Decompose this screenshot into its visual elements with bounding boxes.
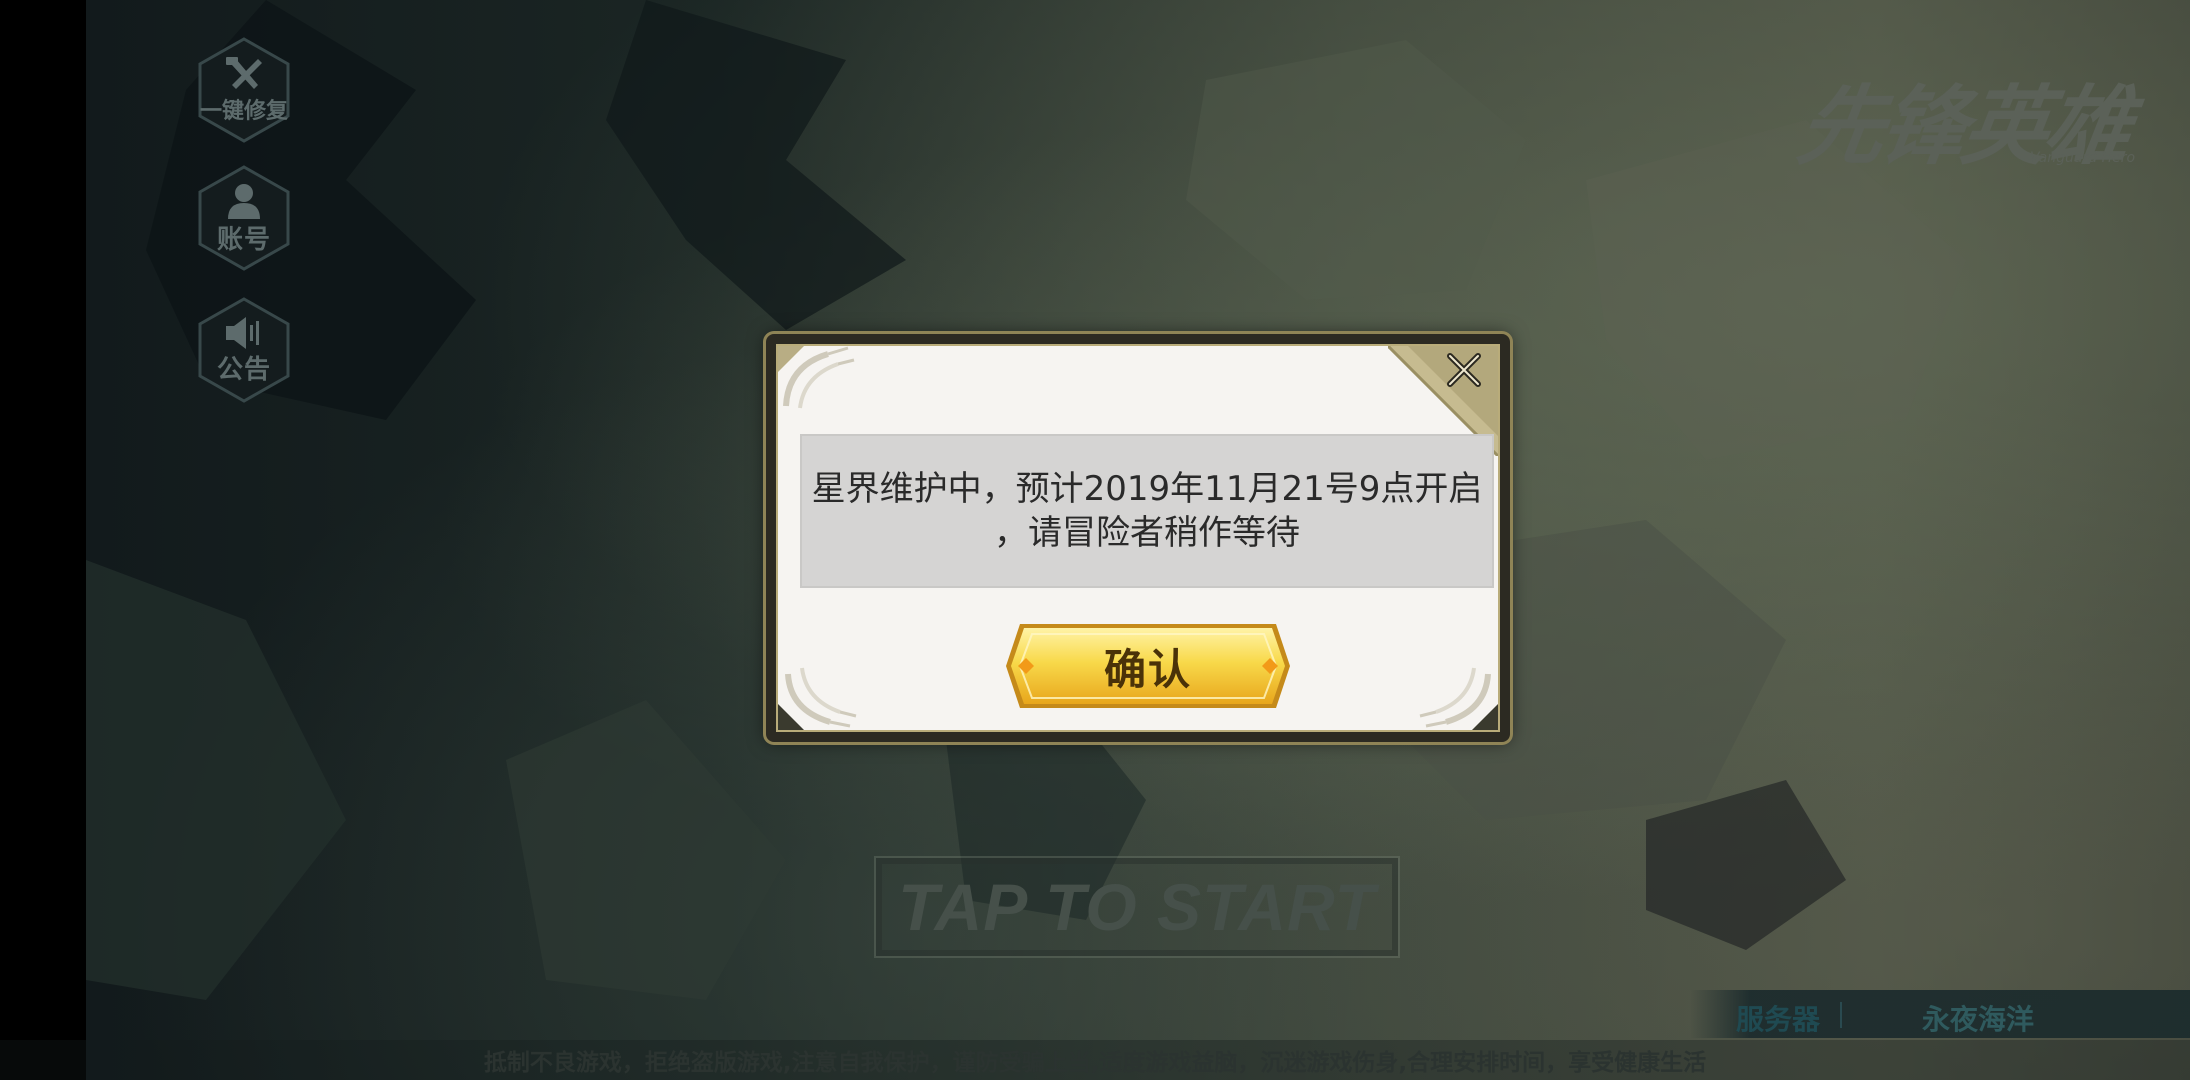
corner-ornament-icon [778,667,857,730]
repair-label: 一键修复 [199,99,288,124]
account-button[interactable]: 账号 [196,164,292,272]
server-name: 永夜海洋 [1922,1003,2035,1036]
game-logo-subtitle: Vanguard Hero [2030,150,2136,166]
message-line-2: ，请冒险者稍作等待 [994,513,1300,553]
account-label: 账号 [216,224,271,255]
server-label: 服务器 [1736,1003,1821,1036]
health-gaming-notice: 抵制不良游戏，拒绝盗版游戏,注意自我保护，谨防受骗上当,适度游戏益脑，沉迷游戏伤… [0,1040,2190,1080]
speaker-icon [226,316,259,349]
message-line-1: 星界维护中，预计2019年11月21号9点开启 [811,469,1483,509]
confirm-label: 确认 [1103,644,1192,694]
dialog-panel: 星界维护中，预计2019年11月21号9点开启 ，请冒险者稍作等待 确认 [776,344,1500,732]
confirm-button[interactable]: 确认 [1004,618,1292,714]
notice-button[interactable]: 公告 [196,296,292,404]
game-screen: 一键修复 账号 公告 先锋英雄 Vanguard Hero TAP TO STA… [0,0,2190,1080]
server-selector[interactable]: 服务器 永夜海洋 [1690,990,2190,1038]
tap-to-start-button[interactable]: TAP TO START [874,856,1400,958]
corner-ornament-icon [778,346,855,409]
person-icon [228,183,260,219]
server-divider [1840,1002,1842,1028]
maintenance-dialog: 星界维护中，预计2019年11月21号9点开启 ，请冒险者稍作等待 确认 [766,334,1510,742]
one-click-repair-button[interactable]: 一键修复 [196,36,292,144]
hammer-wrench-icon [226,57,262,89]
dialog-message: 星界维护中，预计2019年11月21号9点开启 ，请冒险者稍作等待 [800,434,1494,588]
corner-ornament-icon [1419,667,1498,730]
notice-label: 公告 [216,354,271,385]
